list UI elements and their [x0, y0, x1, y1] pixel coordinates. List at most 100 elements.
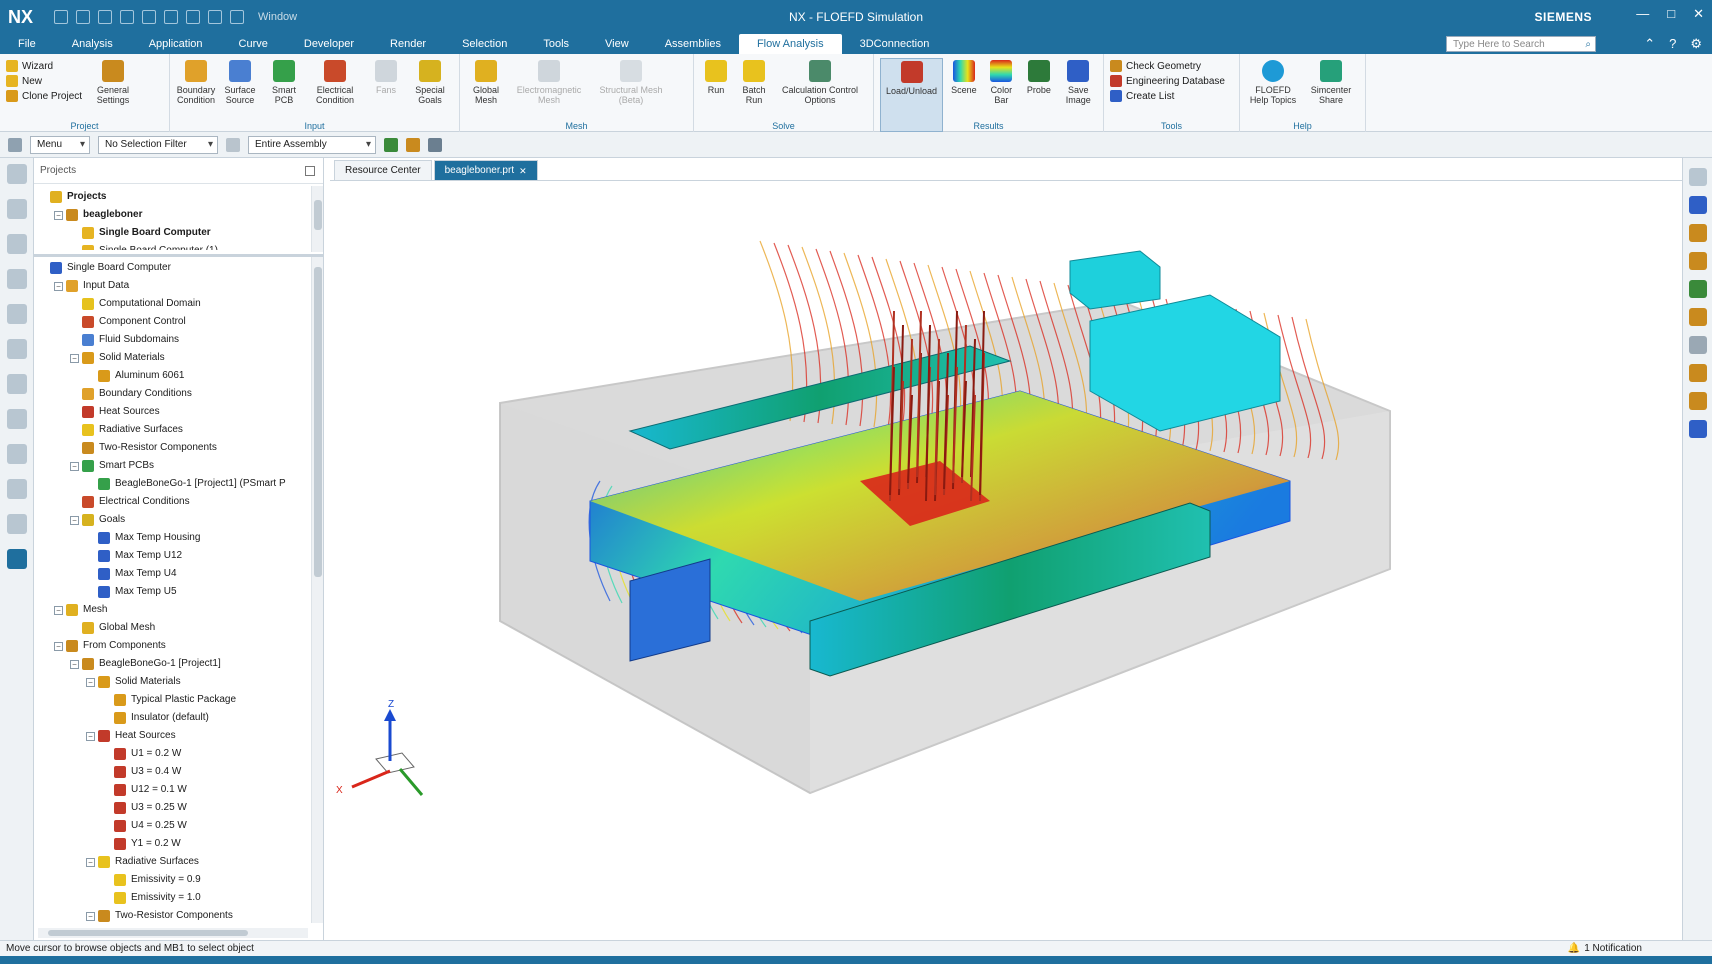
rotate-icon[interactable]	[1688, 224, 1707, 242]
measure-icon[interactable]	[1688, 364, 1707, 382]
tree-node[interactable]: Typical Plastic Package	[34, 691, 310, 709]
menu-tools[interactable]: Tools	[525, 34, 587, 54]
render-style-icon[interactable]	[1688, 336, 1707, 354]
tree-node[interactable]: Max Temp U12	[34, 547, 310, 565]
save-icon[interactable]	[54, 10, 68, 24]
tree-node[interactable]: Projects	[34, 188, 310, 206]
roles-icon[interactable]	[6, 514, 27, 534]
minimize-button[interactable]: —	[1636, 6, 1649, 22]
tree-node[interactable]: − Input Data	[34, 277, 310, 295]
paste-icon[interactable]	[164, 10, 178, 24]
horizontal-scroll-thumb[interactable]	[48, 930, 248, 936]
selection-filter-dropdown[interactable]: No Selection Filter	[98, 135, 218, 154]
expand-toggle-icon[interactable]: −	[70, 659, 79, 669]
search-icon[interactable]: ⌕	[1585, 37, 1591, 53]
menu-file[interactable]: File	[0, 34, 54, 54]
expand-toggle-icon[interactable]: −	[70, 515, 79, 525]
tree-node[interactable]: Y1 = 0.2 W	[34, 835, 310, 853]
command-search-input[interactable]: Type Here to Search ⌕	[1446, 36, 1596, 52]
reuse-library-icon[interactable]	[6, 304, 27, 324]
engineering-database-button[interactable]: Engineering Database	[1110, 75, 1225, 87]
snap-icon[interactable]	[1688, 392, 1707, 410]
expand-toggle-icon[interactable]: −	[54, 210, 63, 220]
tree-node[interactable]: Single Board Computer (1)	[34, 242, 310, 250]
tree-node[interactable]: − Smart PCBs	[34, 457, 310, 475]
constraint-navigator-icon[interactable]	[6, 269, 27, 289]
tree-node[interactable]: BeagleBoneGo-1 [Project1] (PSmart P	[34, 475, 310, 493]
tree-node[interactable]: − Two-Resistor Components	[34, 907, 310, 923]
hd3d-tools-icon[interactable]	[6, 339, 27, 359]
tree-node[interactable]: Max Temp U4	[34, 565, 310, 583]
expand-toggle-icon[interactable]: −	[86, 677, 95, 687]
tree-node[interactable]: U3 = 0.4 W	[34, 763, 310, 781]
expand-toggle-icon[interactable]: −	[54, 281, 63, 291]
pin-icon[interactable]	[305, 166, 315, 176]
select-body-icon[interactable]	[406, 137, 420, 152]
select-component-icon[interactable]	[428, 137, 442, 152]
cut-icon[interactable]	[120, 10, 134, 24]
undo-icon[interactable]	[76, 10, 90, 24]
tree-node[interactable]: Emissivity = 0.9	[34, 871, 310, 889]
clone-project-button[interactable]: Clone Project	[6, 90, 82, 102]
tree-node[interactable]: U12 = 0.1 W	[34, 781, 310, 799]
tree-node[interactable]: Two-Resistor Components	[34, 439, 310, 457]
menu-view[interactable]: View	[587, 34, 647, 54]
copy-icon[interactable]	[142, 10, 156, 24]
selection-scope-dropdown[interactable]: Entire Assembly	[248, 135, 376, 154]
expand-toggle-icon[interactable]: −	[70, 353, 79, 363]
tab-beagleboner-prt[interactable]: beagleboner.prt ✕	[433, 160, 538, 181]
create-list-button[interactable]: Create List	[1110, 90, 1225, 102]
tree-node[interactable]: Boundary Conditions	[34, 385, 310, 403]
redo-icon[interactable]	[98, 10, 112, 24]
fit-view-icon[interactable]	[1688, 196, 1707, 214]
menu-curve[interactable]: Curve	[221, 34, 286, 54]
pan-icon[interactable]	[1688, 252, 1707, 270]
tree-node[interactable]: − BeagleBoneGo-1 [Project1]	[34, 655, 310, 673]
maximize-button[interactable]: □	[1667, 6, 1675, 22]
tree-node[interactable]: Single Board Computer	[34, 259, 310, 277]
menu-assemblies[interactable]: Assemblies	[647, 34, 739, 54]
tree-node[interactable]: − Solid Materials	[34, 673, 310, 691]
view-icon[interactable]	[1688, 168, 1707, 186]
section-icon[interactable]	[1688, 308, 1707, 326]
system-materials-icon[interactable]	[6, 444, 27, 464]
close-tab-icon[interactable]: ✕	[519, 161, 527, 181]
tree-node[interactable]: Heat Sources	[34, 403, 310, 421]
collapse-ribbon-icon[interactable]: ⌃	[1644, 36, 1655, 52]
analysis-scroll-thumb[interactable]	[314, 267, 322, 577]
check-geometry-button[interactable]: Check Geometry	[1110, 60, 1225, 72]
expand-toggle-icon[interactable]: −	[86, 857, 95, 867]
help-icon[interactable]: ?	[1669, 36, 1676, 52]
expand-toggle-icon[interactable]: −	[54, 605, 63, 615]
new-project-button[interactable]: New	[6, 75, 82, 87]
web-browser-icon[interactable]	[6, 374, 27, 394]
tree-node[interactable]: Single Board Computer	[34, 224, 310, 242]
menu-render[interactable]: Render	[372, 34, 444, 54]
tree-node[interactable]: − Goals	[34, 511, 310, 529]
menu-analysis[interactable]: Analysis	[54, 34, 131, 54]
process-studio-icon[interactable]	[6, 479, 27, 499]
navigator-horizontal-scrollbar[interactable]	[38, 928, 308, 938]
repeat-icon[interactable]	[186, 10, 200, 24]
settings-icon[interactable]	[6, 164, 27, 184]
expand-toggle-icon[interactable]: −	[54, 641, 63, 651]
tree-node[interactable]: Max Temp Housing	[34, 529, 310, 547]
wizard-button[interactable]: Wizard	[6, 60, 82, 72]
tree-node[interactable]: − Radiative Surfaces	[34, 853, 310, 871]
close-button[interactable]: ✕	[1693, 6, 1704, 22]
tree-node[interactable]: Insulator (default)	[34, 709, 310, 727]
tree-node[interactable]: U1 = 0.2 W	[34, 745, 310, 763]
tree-node[interactable]: Emissivity = 1.0	[34, 889, 310, 907]
tree-node[interactable]: − From Components	[34, 637, 310, 655]
tree-node[interactable]: Electrical Conditions	[34, 493, 310, 511]
settings-icon[interactable]: ⚙	[1690, 36, 1702, 52]
projects-scroll-thumb[interactable]	[314, 200, 322, 230]
tree-node[interactable]: − Mesh	[34, 601, 310, 619]
tab-resource-center[interactable]: Resource Center	[334, 160, 432, 180]
tree-node[interactable]: Fluid Subdomains	[34, 331, 310, 349]
tree-node[interactable]: Aluminum 6061	[34, 367, 310, 385]
menu-application[interactable]: Application	[131, 34, 221, 54]
tree-node[interactable]: U3 = 0.25 W	[34, 799, 310, 817]
menu-developer[interactable]: Developer	[286, 34, 372, 54]
expand-toggle-icon[interactable]: −	[86, 731, 95, 741]
